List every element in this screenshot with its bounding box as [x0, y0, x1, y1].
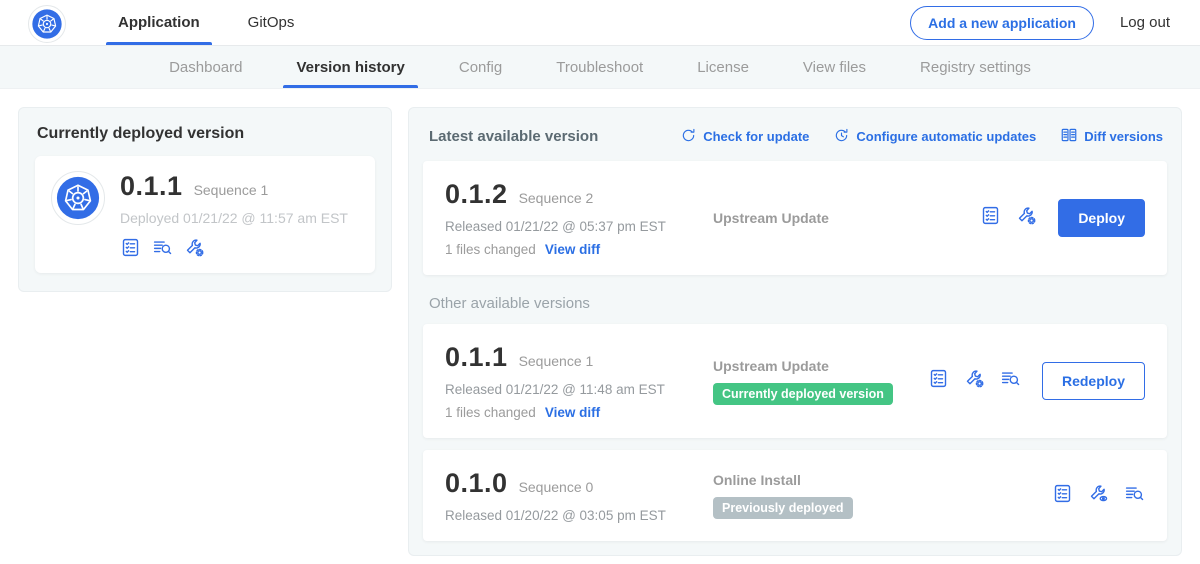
version-info: 0.1.2 Sequence 2 Released 01/21/22 @ 05:37…	[445, 179, 693, 257]
logout-link[interactable]: Log out	[1120, 14, 1170, 31]
deployed-version-number: 0.1.1	[120, 171, 183, 202]
currently-deployed-title: Currently deployed version	[37, 125, 375, 143]
subnav-tab-dashboard[interactable]: Dashboard	[142, 46, 269, 88]
check-for-update-label: Check for update	[703, 129, 809, 144]
version-actions	[1052, 483, 1145, 509]
version-card-0-1-2: 0.1.2 Sequence 2 Released 01/21/22 @ 05:37…	[423, 161, 1167, 275]
version-info: 0.1.1 Sequence 1 Released 01/21/22 @ 11:48…	[445, 342, 693, 420]
status-badge: Currently deployed version	[713, 383, 893, 405]
diff-versions-link[interactable]: Diff versions	[1060, 126, 1163, 147]
latest-version-title: Latest available version	[429, 128, 598, 145]
app-subnav: DashboardVersion historyConfigTroublesho…	[0, 46, 1200, 89]
logs-magnifier-icon[interactable]	[1124, 483, 1145, 509]
subnav-tab-view-files[interactable]: View files	[776, 46, 893, 88]
sequence-label: Sequence 1	[519, 353, 594, 369]
kubernetes-app-icon	[55, 175, 101, 221]
diff-versions-label: Diff versions	[1084, 129, 1163, 144]
refresh-icon	[680, 127, 697, 147]
app-tab-gitops[interactable]: GitOps	[224, 0, 319, 45]
config-wrench-gear-icon[interactable]	[184, 237, 205, 258]
version-source-column: Upstream Update	[693, 210, 980, 226]
config-wrench-gear-icon[interactable]	[1016, 205, 1037, 231]
app-nav-tabs: ApplicationGitOps	[94, 0, 318, 45]
topbar-right: Add a new application Log out	[910, 6, 1170, 40]
latest-version-header: Latest available version Check for updat…	[423, 122, 1167, 147]
released-timestamp: Released 01/20/22 @ 03:05 pm EST	[445, 508, 693, 523]
view-config-wrench-eye-icon[interactable]	[1088, 483, 1109, 509]
preflight-checklist-icon[interactable]	[120, 237, 141, 258]
app-icon	[51, 171, 105, 225]
version-card-0-1-0: 0.1.0 Sequence 0 Released 01/20/22 @ 03:05…	[423, 450, 1167, 541]
version-history-panel: Latest available version Check for updat…	[408, 107, 1182, 556]
preflight-checklist-icon[interactable]	[1052, 483, 1073, 509]
subnav-tab-registry-settings[interactable]: Registry settings	[893, 46, 1058, 88]
version-info: 0.1.0 Sequence 0 Released 01/20/22 @ 03:05…	[445, 468, 693, 523]
subnav-tab-version-history[interactable]: Version history	[269, 46, 431, 88]
subnav-tab-troubleshoot[interactable]: Troubleshoot	[529, 46, 670, 88]
version-source-label: Upstream Update	[713, 210, 980, 226]
files-changed-label: 1 files changed	[445, 405, 536, 420]
status-badge: Previously deployed	[713, 497, 853, 519]
other-versions-list: 0.1.1 Sequence 1 Released 01/21/22 @ 11:48…	[423, 324, 1167, 541]
config-wrench-gear-icon[interactable]	[964, 368, 985, 394]
view-diff-link[interactable]: View diff	[545, 405, 600, 420]
logs-magnifier-icon[interactable]	[152, 237, 173, 258]
version-number: 0.1.2	[445, 179, 508, 210]
released-timestamp: Released 01/21/22 @ 11:48 am EST	[445, 382, 693, 397]
app-header: ApplicationGitOps Add a new application …	[0, 0, 1200, 46]
view-diff-link[interactable]: View diff	[545, 242, 600, 257]
version-number: 0.1.0	[445, 468, 508, 499]
deployed-icon-row	[120, 237, 348, 258]
version-source-label: Online Install	[713, 472, 1052, 488]
deployed-version-card: 0.1.1 Sequence 1 Deployed 01/21/22 @ 11:…	[35, 156, 375, 273]
logs-magnifier-icon[interactable]	[1000, 368, 1021, 394]
sequence-label: Sequence 2	[519, 190, 594, 206]
released-timestamp: Released 01/21/22 @ 05:37 pm EST	[445, 219, 693, 234]
version-number: 0.1.1	[445, 342, 508, 373]
diff-panes-icon	[1060, 126, 1078, 147]
currently-deployed-card: Currently deployed version	[18, 107, 392, 292]
subnav-tab-config[interactable]: Config	[432, 46, 529, 88]
other-versions-title: Other available versions	[429, 295, 1165, 312]
subnav-tab-license[interactable]: License	[670, 46, 776, 88]
schedule-refresh-icon	[833, 127, 850, 147]
deployed-version-info: 0.1.1 Sequence 1 Deployed 01/21/22 @ 11:…	[120, 171, 348, 258]
version-actions: Deploy	[980, 199, 1145, 237]
version-source-column: Online Install Previously deployed	[693, 472, 1052, 519]
preflight-checklist-icon[interactable]	[980, 205, 1001, 231]
latest-version-card-slot: 0.1.2 Sequence 2 Released 01/21/22 @ 05:37…	[423, 161, 1167, 275]
configure-automatic-updates-label: Configure automatic updates	[856, 129, 1036, 144]
add-new-application-button[interactable]: Add a new application	[910, 6, 1094, 40]
version-card-0-1-1: 0.1.1 Sequence 1 Released 01/21/22 @ 11:48…	[423, 324, 1167, 438]
sequence-label: Sequence 0	[519, 479, 594, 495]
preflight-checklist-icon[interactable]	[928, 368, 949, 394]
version-source-column: Upstream Update Currently deployed versio…	[693, 358, 928, 405]
version-actions: Redeploy	[928, 362, 1145, 400]
deployed-sequence-label: Sequence 1	[194, 182, 269, 198]
check-for-update-link[interactable]: Check for update	[680, 127, 809, 147]
app-tab-application[interactable]: Application	[94, 0, 224, 45]
version-source-label: Upstream Update	[713, 358, 928, 374]
redeploy-button[interactable]: Redeploy	[1042, 362, 1145, 400]
main-content: Currently deployed version	[0, 89, 1200, 564]
deployed-timestamp: Deployed 01/21/22 @ 11:57 am EST	[120, 210, 348, 226]
deploy-button[interactable]: Deploy	[1058, 199, 1145, 237]
kubernetes-logo	[28, 5, 66, 43]
configure-automatic-updates-link[interactable]: Configure automatic updates	[833, 127, 1036, 147]
files-changed-label: 1 files changed	[445, 242, 536, 257]
kubernetes-logo-icon	[31, 8, 63, 40]
panel-actions: Check for update Configure automatic upda…	[680, 126, 1163, 147]
